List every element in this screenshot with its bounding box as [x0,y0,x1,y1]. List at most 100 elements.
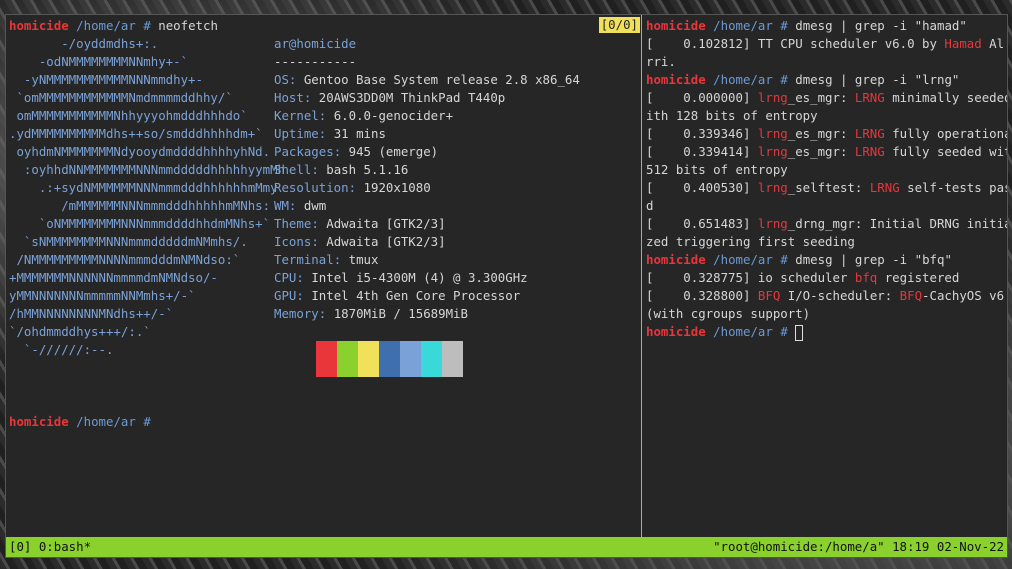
info-colon: : [296,270,312,285]
prompt-user: homicide [646,324,706,339]
info-row: Resolution: 1920x1080 [274,179,580,197]
output-text: fully operational [884,126,1007,141]
info-value: dwm [303,198,327,213]
tmux-status-bar: [0] 0:bash* "root@homicide:/home/a" 18:1… [6,537,1007,557]
prompt-hash: # [143,414,151,429]
color-swatch [316,341,337,377]
output-text: [ 0.000000] [646,90,758,105]
info-colon: : [311,216,327,231]
info-row: Host: 20AWS3DD0M ThinkPad T440p [274,89,580,107]
grep-match: LRNG [854,126,885,141]
info-rule: ----------- [274,54,357,69]
info-colon: : [333,144,349,159]
ascii-art-line: `/ohdmmddhys+++/:.` [9,324,151,339]
ascii-art-line: :oyhhdNNMMMMMMMNNNmmdddddhhhhhyymMh [9,162,286,177]
info-row: CPU: Intel i5-4300M (4) @ 3.300GHz [274,269,580,287]
color-swatch [379,341,400,377]
ascii-art-line: `omMMMMMMMMMMMMNmdmmmmddhhy/` [9,90,233,105]
ascii-art-line: yMMNNNNNNNmmmmmNNMmhs+/-` [9,288,196,303]
prompt-path: /home/ar [76,414,136,429]
prompt-user: homicide [9,18,69,33]
info-key: Packages [274,144,334,159]
ascii-art-line: /mMMMMMMNNNmmmdddhhhhhmMNhs: [9,198,271,213]
info-value: 1870MiB / 15689MiB [333,306,468,321]
info-key: CPU [274,270,297,285]
left-prompt[interactable]: homicide /home/ar # [9,413,151,431]
ascii-art-line: `sNMMMMMMMMNNNmmmdddddmNMmhs/. [9,234,248,249]
prompt-user: homicide [646,72,706,87]
info-value: tmux [348,252,379,267]
output-text: Al Ma [989,36,1005,51]
prompt-user: homicide [646,18,706,33]
prompt-path: /home/ar [713,324,773,339]
output-text: d [646,198,654,213]
output-text: I/O-scheduler: [780,288,900,303]
right-pane[interactable]: homicide /home/ar # dmesg | grep -i "ham… [643,15,1007,537]
color-swatch [442,341,463,377]
prompt-line: homicide /home/ar # dmesg | grep -i "lrn… [646,71,1007,89]
ascii-art-line: `-//////:--. [9,342,114,357]
grep-match: BFQ [899,288,923,303]
info-key: OS [274,72,289,87]
prompt-command: dmesg | grep -i "hamad" [795,18,967,33]
grep-match: LRNG [854,144,885,159]
userhost-text: ar@homicide [274,36,357,51]
output-line: d [646,197,1007,215]
prompt-line[interactable]: homicide /home/ar # [646,323,1007,341]
info-value: 6.0.0-genocider+ [333,108,454,123]
info-row: Kernel: 6.0.0-genocider+ [274,107,580,125]
ascii-art-line: -odNMMMMMMMMNNmhy+-` [9,54,189,69]
output-line: 512 bits of entropy [646,161,1007,179]
prompt-path: /home/ar [713,252,773,267]
info-value: Adwaita [GTK2/3] [326,216,446,231]
info-value: 20AWS3DD0M ThinkPad T440p [318,90,506,105]
info-key: Uptime [274,126,319,141]
info-colon: : [333,252,349,267]
output-text: (with cgroups support) [646,306,811,321]
info-colon: : [288,72,304,87]
prompt-line: homicide /home/ar # dmesg | grep -i "bfq… [646,251,1007,269]
userhost: ar@homicide [274,35,580,53]
ascii-art-line: .ydMMMMMMMMMMdhs++so/smdddhhhhdm+` [9,126,263,141]
ascii-art-line: /hMMNNNNNNNNMNdhs++/-` [9,306,174,321]
grep-match: LRNG [854,90,885,105]
info-key: Host [274,90,304,105]
prompt-path: /home/ar [713,18,773,33]
prompt-path: /home/ar [713,72,773,87]
info-value: 945 (emerge) [348,144,439,159]
ascii-art-line: -/oyddmdhs+:. [9,36,159,51]
output-text: self-tests passe [907,180,1007,195]
grep-match: LRNG [869,180,900,195]
grep-match: Hamad [944,36,982,51]
neofetch-command-line: homicide /home/ar # neofetch [9,17,644,35]
prompt-hash: # [780,18,788,33]
prompt-command: dmesg | grep -i "bfq" [795,252,952,267]
color-swatch [337,341,358,377]
info-colon: : [318,306,334,321]
info-colon: : [288,198,304,213]
text-cursor [795,324,804,341]
output-line: ith 128 bits of entropy [646,107,1007,125]
left-pane[interactable]: homicide /home/ar # neofetch [0/0] -/oyd… [6,15,644,537]
prompt-hash: # [780,72,788,87]
output-line: rri. [646,53,1007,71]
status-window-list[interactable]: [0] 0:bash* [9,537,91,557]
info-key: Kernel [274,108,319,123]
ascii-art-line: oyhdmNMMMMMMMNdyooydmddddhhhhyhNd. [9,144,271,159]
pane-divider[interactable] [641,15,642,537]
info-key: WM [274,198,289,213]
info-row: Icons: Adwaita [GTK2/3] [274,233,580,251]
prompt-hash: # [780,324,788,339]
tmux-terminal-window[interactable]: homicide /home/ar # neofetch [0/0] -/oyd… [5,14,1008,558]
info-row: Uptime: 31 mins [274,125,580,143]
ascii-art-line: -yNMMMMMMMMMMMNNNmmdhy+- [9,72,203,87]
color-swatch [421,341,442,377]
output-text: [ 0.651483] [646,216,758,231]
prompt-user: homicide [9,414,69,429]
output-text: -CachyOS v6.0 [922,288,1007,303]
info-key: Memory [274,306,319,321]
info-row: Terminal: tmux [274,251,580,269]
info-value: Gentoo Base System release 2.8 x86_64 [303,72,580,87]
info-colon: : [318,126,334,141]
output-text: _es_mgr: [787,144,855,159]
